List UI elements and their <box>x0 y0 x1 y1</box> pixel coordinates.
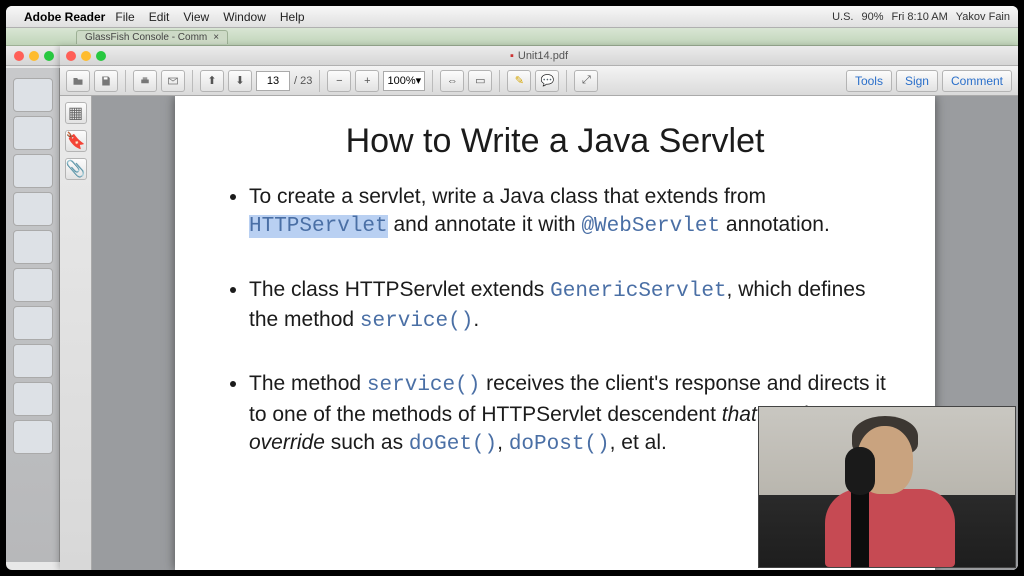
highlight-button[interactable]: ✎ <box>507 70 531 92</box>
document-title: Unit14.pdf <box>518 50 568 62</box>
dock-app[interactable] <box>13 154 53 188</box>
zoom-icon[interactable] <box>44 51 54 61</box>
dock-app[interactable] <box>13 382 53 416</box>
pdf-icon: ▪ <box>510 50 514 62</box>
bookmarks-icon[interactable]: 🔖 <box>65 130 87 152</box>
macos-menubar: Adobe Reader File Edit View Window Help … <box>6 6 1018 28</box>
menu-help[interactable]: Help <box>280 10 305 24</box>
menu-edit[interactable]: Edit <box>149 10 170 24</box>
minimize-icon[interactable] <box>29 51 39 61</box>
dock-app[interactable] <box>13 420 53 454</box>
page-down-button[interactable]: ⬇ <box>228 70 252 92</box>
open-button[interactable] <box>66 70 90 92</box>
keyboard-lang[interactable]: U.S. <box>832 11 853 23</box>
side-dock <box>6 68 60 562</box>
window-controls <box>66 51 106 61</box>
save-button[interactable] <box>94 70 118 92</box>
fit-page-button[interactable]: ▭ <box>468 70 492 92</box>
bullet-2: The class HTTPServlet extends GenericSer… <box>249 276 893 337</box>
window-controls <box>14 51 54 61</box>
menu-window[interactable]: Window <box>223 10 266 24</box>
fullscreen-button[interactable]: ⤢ <box>574 70 598 92</box>
tab-title: GlassFish Console - Comm <box>85 32 207 43</box>
menu-file[interactable]: File <box>115 10 134 24</box>
zoom-level[interactable]: 100% ▾ <box>383 71 425 91</box>
page-total: / 23 <box>294 75 312 87</box>
email-button[interactable] <box>161 70 185 92</box>
webcam-overlay <box>758 406 1016 568</box>
sign-panel-button[interactable]: Sign <box>896 70 938 92</box>
browser-tab[interactable]: GlassFish Console - Comm × <box>76 30 228 44</box>
highlighted-text: HTTPServlet <box>249 215 388 238</box>
attachments-icon[interactable]: 📎 <box>65 158 87 180</box>
battery-status[interactable]: 90% <box>862 11 884 23</box>
zoom-in-button[interactable]: + <box>355 70 379 92</box>
user-name[interactable]: Yakov Fain <box>956 11 1010 23</box>
dock-app[interactable] <box>13 268 53 302</box>
reader-toolbar: ⬆ ⬇ / 23 − + 100% ▾ ⇔ ▭ ✎ 💬 ⤢ Tools Sign… <box>60 66 1018 96</box>
fit-width-button[interactable]: ⇔ <box>440 70 464 92</box>
menu-view[interactable]: View <box>183 10 209 24</box>
zoom-out-button[interactable]: − <box>327 70 351 92</box>
reader-titlebar: ▪ Unit14.pdf <box>60 46 1018 66</box>
close-icon[interactable] <box>14 51 24 61</box>
tools-panel-button[interactable]: Tools <box>846 70 892 92</box>
tab-close-icon[interactable]: × <box>213 32 219 43</box>
page-number-input[interactable] <box>256 71 290 91</box>
zoom-icon[interactable] <box>96 51 106 61</box>
clock: Fri 8:10 AM <box>892 11 948 23</box>
dock-app[interactable] <box>13 306 53 340</box>
comment-panel-button[interactable]: Comment <box>942 70 1012 92</box>
dock-app[interactable] <box>13 78 53 112</box>
close-icon[interactable] <box>66 51 76 61</box>
bullet-1: To create a servlet, write a Java class … <box>249 183 893 242</box>
browser-tab-strip: GlassFish Console - Comm × <box>6 28 1018 46</box>
dock-app[interactable] <box>13 192 53 226</box>
thumbnails-icon[interactable]: ▦ <box>65 102 87 124</box>
active-app-name[interactable]: Adobe Reader <box>24 10 105 24</box>
reader-nav-rail: ▦ 🔖 📎 <box>60 96 92 570</box>
minimize-icon[interactable] <box>81 51 91 61</box>
dock-app[interactable] <box>13 116 53 150</box>
comment-note-button[interactable]: 💬 <box>535 70 559 92</box>
slide-heading: How to Write a Java Servlet <box>217 122 893 161</box>
print-button[interactable] <box>133 70 157 92</box>
dock-app[interactable] <box>13 344 53 378</box>
dock-app[interactable] <box>13 230 53 264</box>
page-up-button[interactable]: ⬆ <box>200 70 224 92</box>
